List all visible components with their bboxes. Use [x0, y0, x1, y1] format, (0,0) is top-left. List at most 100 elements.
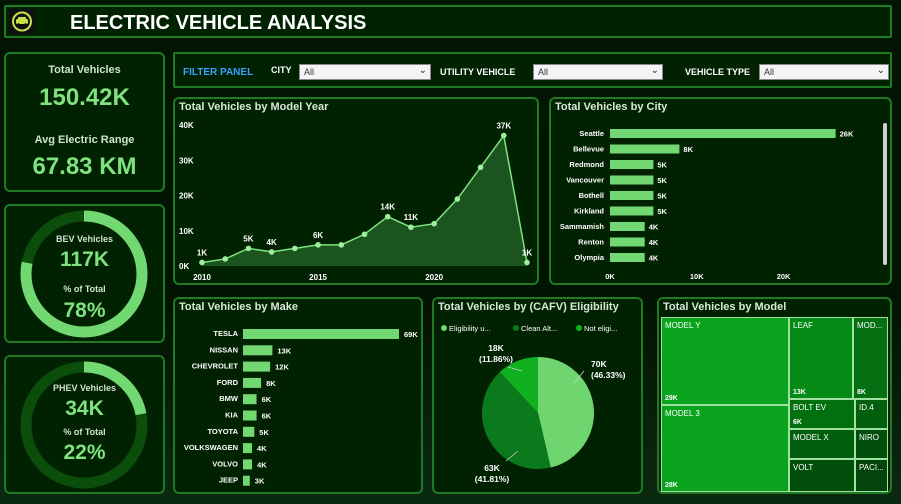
bev-pct-value: 78%: [63, 299, 106, 322]
y-tick-label: 20K: [179, 192, 194, 201]
bar: [610, 237, 645, 247]
bar: [243, 361, 271, 372]
legend-label: Clean Alt...: [521, 324, 557, 333]
treemap-cell[interactable]: MODEL 3 28K: [661, 405, 789, 492]
area-fill: [202, 135, 527, 266]
bev-pct-label: % of Total: [63, 284, 106, 294]
bar: [243, 329, 399, 339]
category-label: NISSAN: [210, 345, 238, 354]
data-label: 37K: [496, 122, 511, 131]
bev-label: BEV Vehicles: [55, 234, 114, 244]
value-label: 12K: [275, 363, 289, 372]
data-point: [408, 224, 414, 231]
value-label: 5K: [259, 428, 269, 437]
phev-value: 34K: [65, 397, 104, 420]
city-filter-label: CITY: [271, 65, 292, 75]
slice-pct-label: (46.33%): [591, 370, 626, 380]
category-label: Olympia: [574, 253, 604, 262]
y-tick-label: 10K: [179, 227, 194, 236]
phev-pct-value: 22%: [63, 441, 106, 464]
bar: [243, 410, 257, 421]
data-point: [384, 213, 391, 220]
category-label: Redmond: [569, 160, 604, 169]
data-point: [222, 256, 229, 262]
category-label: VOLVO: [212, 459, 238, 468]
cafv-panel: Total Vehicles by (CAFV) Eligibility Eli…: [432, 297, 643, 494]
value-label: 8K: [683, 145, 693, 154]
treemap-cell[interactable]: MODEL Y 29K: [661, 317, 789, 405]
chevron-down-icon: ⌄: [418, 65, 427, 76]
bar: [610, 129, 836, 138]
value-label: 4K: [649, 238, 659, 247]
category-label: CHEVROLET: [192, 362, 239, 371]
category-label: Sammamish: [560, 222, 605, 231]
type-filter-label: VEHICLE TYPE: [685, 67, 751, 77]
y-tick-label: 0K: [179, 262, 189, 271]
treemap-cell[interactable]: LEAF 13K: [789, 317, 853, 399]
model-year-panel: Total Vehicles by Model Year 0K 10K 20K 30K…: [173, 97, 539, 285]
value-label: 4K: [649, 254, 659, 263]
treemap-cell[interactable]: VOLT: [789, 459, 855, 492]
treemap-cell[interactable]: BOLT EV 6K: [789, 399, 855, 429]
bar: [243, 459, 253, 470]
total-vehicles-value: 150.42K: [39, 84, 130, 111]
phev-donut: [20, 361, 148, 489]
treemap-cell[interactable]: PACI...: [855, 459, 888, 492]
data-label: 4K: [267, 238, 277, 247]
data-point: [361, 231, 368, 238]
legend-label: Eligibility u...: [449, 324, 491, 333]
category-label: Kirkland: [574, 207, 604, 216]
x-tick-label: 0K: [605, 272, 615, 281]
value-label: 6K: [262, 395, 272, 404]
data-point: [268, 249, 275, 255]
value-label: 5K: [657, 192, 667, 201]
bar: [610, 191, 654, 200]
value-label: 5K: [657, 207, 667, 216]
make-chart: TESLA 69K NISSAN 13K CHEVROLET 12K FORD 8K BMW 6K…: [184, 329, 418, 486]
value-label: 4K: [257, 460, 267, 469]
bar: [243, 394, 257, 405]
car-logo-icon: [9, 9, 35, 34]
slice-pct-label: (41.81%): [475, 474, 510, 484]
avg-range-value: 67.83 KM: [32, 153, 137, 180]
value-label: 13K: [277, 346, 291, 355]
treemap-cell[interactable]: MODEL X: [789, 429, 855, 459]
city-panel: Total Vehicles by City Seattle 26K Bellevu…: [549, 97, 892, 285]
category-label: JEEP: [219, 476, 238, 485]
value-label: 4K: [257, 444, 267, 453]
type-filter-select[interactable]: All ⌄: [759, 64, 889, 80]
x-tick-label: 2020: [425, 273, 443, 282]
treemap-cell[interactable]: MOD... 8K: [853, 317, 888, 399]
slice-value-label: 70K: [591, 359, 607, 369]
utility-filter-label: UTILITY VEHICLE: [440, 67, 516, 77]
data-point: [500, 132, 507, 139]
utility-filter-select[interactable]: All ⌄: [533, 64, 663, 80]
data-label: 6K: [313, 231, 323, 240]
value-label: 5K: [657, 176, 667, 185]
city-scrollbar[interactable]: [883, 123, 887, 265]
value-label: 4K: [649, 223, 659, 232]
bev-panel: BEV Vehicles 117K % of Total 78%: [4, 204, 165, 343]
bar: [243, 345, 273, 356]
treemap-cell[interactable]: ID.4: [855, 399, 888, 429]
header-bar: ELECTRIC VEHICLE ANALYSIS: [4, 5, 892, 38]
category-label: Vancouver: [566, 176, 604, 185]
chevron-down-icon: ⌄: [876, 65, 885, 76]
bar: [610, 206, 654, 216]
data-point: [245, 245, 252, 252]
value-label: 5K: [657, 161, 667, 170]
treemap-cell[interactable]: NIRO: [855, 429, 888, 459]
phev-pct-label: % of Total: [63, 427, 106, 437]
cafv-chart: Eligibility u... Clean Alt... Not eligi...…: [441, 324, 626, 484]
category-label: BMW: [219, 394, 239, 403]
category-label: FORD: [217, 378, 239, 387]
data-label: 5K: [243, 234, 253, 243]
model-title: Total Vehicles by Model: [663, 301, 787, 313]
page-title: ELECTRIC VEHICLE ANALYSIS: [70, 12, 367, 34]
data-label: 1K: [197, 248, 207, 257]
category-label: TOYOTA: [207, 427, 238, 436]
city-filter-select[interactable]: All ⌄: [299, 64, 431, 80]
category-label: Bellevue: [573, 145, 604, 154]
data-point: [431, 220, 437, 227]
bar: [610, 253, 645, 262]
